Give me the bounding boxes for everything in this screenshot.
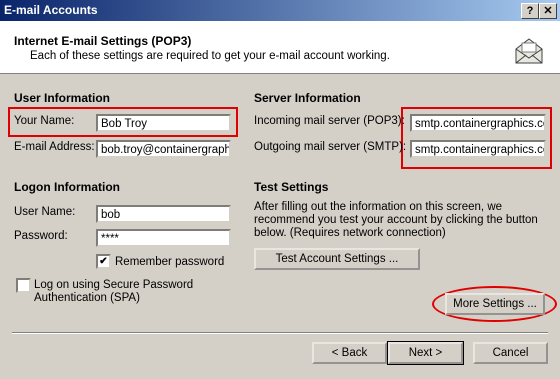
- spa-checkbox[interactable]: [16, 278, 31, 293]
- spa-label-line1: Log on using Secure Password: [34, 279, 194, 291]
- incoming-server-label: Incoming mail server (POP3):: [254, 115, 405, 127]
- outgoing-server-label: Outgoing mail server (SMTP):: [254, 141, 407, 153]
- username-label: User Name:: [14, 206, 76, 218]
- name-label: Your Name:: [14, 115, 75, 127]
- help-button[interactable]: ?: [521, 3, 539, 19]
- more-settings-button[interactable]: More Settings ...: [445, 293, 545, 315]
- user-info-heading: User Information: [14, 91, 111, 105]
- header-subtitle: Each of these settings are required to g…: [30, 50, 390, 62]
- test-desc-line2: recommend you test your account by click…: [254, 214, 538, 226]
- spa-label-line2: Authentication (SPA): [34, 292, 140, 304]
- test-account-settings-button[interactable]: Test Account Settings ...: [254, 248, 420, 270]
- username-field[interactable]: bob: [96, 205, 231, 223]
- test-desc-line3: below. (Requires network connection): [254, 227, 446, 239]
- test-settings-heading: Test Settings: [254, 180, 329, 194]
- logon-info-heading: Logon Information: [14, 180, 120, 194]
- server-info-heading: Server Information: [254, 91, 361, 105]
- envelope-icon: [515, 38, 543, 64]
- password-label: Password:: [14, 230, 68, 242]
- title-bar: E-mail Accounts ? ✕: [0, 0, 560, 21]
- name-field[interactable]: Bob Troy: [96, 114, 231, 132]
- close-button[interactable]: ✕: [539, 3, 557, 19]
- cancel-button[interactable]: Cancel: [473, 342, 548, 364]
- email-label: E-mail Address:: [14, 141, 95, 153]
- footer-separator: [12, 332, 548, 334]
- back-button[interactable]: < Back: [312, 342, 387, 364]
- password-field[interactable]: ****: [96, 229, 231, 247]
- remember-password-label: Remember password: [115, 256, 225, 268]
- remember-password-checkbox[interactable]: ✔: [96, 254, 111, 269]
- window-title: E-mail Accounts: [4, 3, 98, 17]
- header-title: Internet E-mail Settings (POP3): [14, 34, 192, 48]
- dialog-header: Internet E-mail Settings (POP3) Each of …: [0, 21, 560, 74]
- outgoing-server-field[interactable]: smtp.containergraphics.com: [410, 140, 546, 158]
- next-button[interactable]: Next >: [387, 341, 464, 365]
- test-desc-line1: After filling out the information on thi…: [254, 201, 503, 213]
- email-field[interactable]: bob.troy@containergraphics.com: [96, 140, 231, 158]
- incoming-server-field[interactable]: smtp.containergraphics.com: [410, 114, 546, 132]
